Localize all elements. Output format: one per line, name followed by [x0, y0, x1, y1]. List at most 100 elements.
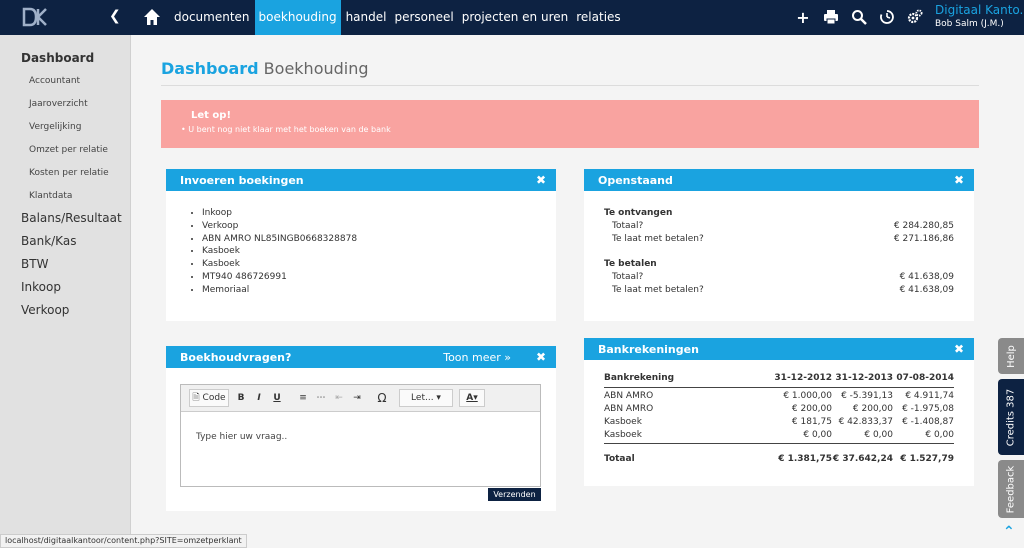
plus-icon[interactable]: +	[795, 8, 811, 27]
bullet-list-icon[interactable]: ⋯	[313, 389, 329, 407]
nav-personeel[interactable]: personeel	[391, 0, 456, 35]
sidebar-item-inkoop[interactable]: Inkoop	[21, 280, 61, 294]
numbered-list-icon[interactable]: ≡	[295, 389, 311, 407]
bank-account-name: ABN AMRO	[604, 404, 654, 414]
text-color-dropdown[interactable]: A▾	[459, 389, 485, 407]
sidebar-sub-accountant[interactable]: Accountant	[29, 76, 80, 86]
panel-title: Bankrekeningen	[598, 343, 699, 356]
bank-value: € 4.911,74	[905, 391, 954, 401]
title-divider	[161, 85, 979, 86]
booking-link-verkoop[interactable]: Verkoop	[202, 220, 357, 233]
credits-tab-label: Credits 387	[1005, 388, 1017, 446]
nav-documenten[interactable]: documenten	[171, 0, 253, 35]
panel-title: Boekhoudvragen?	[180, 351, 292, 364]
sidebar-sub-jaaroverzicht[interactable]: Jaaroverzicht	[29, 99, 88, 109]
bank-header-2014: 07-08-2014	[896, 373, 954, 383]
bold-button[interactable]: B	[233, 389, 249, 407]
bank-account-name: Kasboek	[604, 430, 642, 440]
bank-value: € 0,00	[925, 430, 954, 440]
betalen-laat-value: € 41.638,09	[899, 285, 954, 295]
panel-openstaand: Openstaand ✖ Te ontvangen Totaal? € 284.…	[584, 169, 974, 321]
print-icon[interactable]	[823, 9, 839, 25]
nav-projecten-en-uren[interactable]: projecten en uren	[459, 0, 572, 35]
credits-tab[interactable]: Credits 387	[998, 379, 1024, 455]
bank-account-name: ABN AMRO	[604, 391, 654, 401]
home-icon[interactable]	[143, 8, 161, 26]
close-icon[interactable]: ✖	[954, 342, 964, 356]
question-editor: 🗎 Code B I U ≡ ⋯ ⇤ ⇥ Ω Let... ▾ A▾ Type …	[180, 384, 541, 487]
bank-value: € 200,00	[852, 404, 893, 414]
bank-value: € 181,75	[791, 417, 832, 427]
sidebar-item-verkoop[interactable]: Verkoop	[21, 303, 69, 317]
sidebar-sub-kosten-per-relatie[interactable]: Kosten per relatie	[29, 168, 109, 178]
indent-icon[interactable]: ⇥	[349, 389, 365, 407]
booking-link-abn-amro[interactable]: ABN AMRO NL85INGB0668328878	[202, 233, 357, 246]
betalen-laat-label[interactable]: Te laat met betalen?	[612, 285, 704, 295]
ontvangen-laat-label[interactable]: Te laat met betalen?	[612, 234, 704, 244]
sidebar-item-btw[interactable]: BTW	[21, 257, 48, 271]
sidebar-sub-klantdata[interactable]: Klantdata	[29, 191, 72, 201]
ontvangen-totaal-label[interactable]: Totaal?	[612, 221, 643, 231]
help-tab-label: Help	[1005, 344, 1017, 368]
sidebar-item-bank-kas[interactable]: Bank/Kas	[21, 234, 76, 248]
sidebar-item-dashboard[interactable]: Dashboard	[21, 51, 94, 65]
nav-handel[interactable]: handel	[343, 0, 390, 35]
panel-header: Boekhoudvragen? Toon meer » ✖	[166, 346, 556, 368]
bank-value: € -1.975,08	[902, 404, 954, 414]
panel-header: Invoeren boekingen ✖	[166, 169, 556, 191]
panel-bankrekeningen: Bankrekeningen ✖ Bankrekening 31-12-2012…	[584, 338, 974, 486]
question-input[interactable]: Type hier uw vraag..	[196, 432, 287, 442]
send-button[interactable]: Verzenden	[488, 488, 541, 501]
page-title-module: Boekhouding	[263, 59, 369, 78]
bank-value: € 0,00	[864, 430, 893, 440]
booking-link-mt940[interactable]: MT940 486726991	[202, 271, 357, 284]
italic-button[interactable]: I	[251, 389, 267, 407]
page-title: Dashboard Boekhouding	[161, 59, 369, 78]
outdent-icon[interactable]: ⇤	[331, 389, 347, 407]
underline-button[interactable]: U	[269, 389, 285, 407]
help-tab[interactable]: Help	[998, 338, 1024, 374]
bank-header-2012: 31-12-2012	[774, 373, 832, 383]
nav-relaties[interactable]: relaties	[573, 0, 623, 35]
font-dropdown-label: Let...	[411, 393, 434, 403]
special-char-icon[interactable]: Ω	[373, 389, 391, 407]
app-name: Digitaal Kanto..	[935, 3, 1024, 17]
user-menu[interactable]: Digitaal Kanto.. Bob Salm (J.M.)	[935, 3, 1024, 29]
top-bar: ❮ documenten boekhouding handel personee…	[0, 0, 1024, 35]
panel-boekhoudvragen: Boekhoudvragen? Toon meer » ✖ 🗎 Code B I…	[166, 346, 556, 511]
booking-link-memoriaal[interactable]: Memoriaal	[202, 284, 357, 297]
ontvangen-laat-value: € 271.186,86	[893, 234, 954, 244]
booking-link-kasboek-2[interactable]: Kasboek	[202, 258, 357, 271]
timer-icon[interactable]	[879, 9, 895, 25]
logo-icon[interactable]	[22, 7, 48, 27]
nav-boekhouding[interactable]: boekhouding	[254, 0, 341, 35]
booking-link-kasboek[interactable]: Kasboek	[202, 245, 357, 258]
sidebar-sub-omzet-per-relatie[interactable]: Omzet per relatie	[29, 145, 108, 155]
source-code-label: Code	[202, 393, 226, 403]
feedback-tab[interactable]: Feedback	[998, 460, 1024, 518]
show-more-link[interactable]: Toon meer »	[443, 351, 511, 364]
bank-total-value: € 37.642,24	[832, 454, 893, 464]
sidebar-sub-vergelijking[interactable]: Vergelijking	[29, 122, 81, 132]
alert-message: • U bent nog niet klaar met het boeken v…	[181, 125, 391, 134]
booking-link-inkoop[interactable]: Inkoop	[202, 207, 357, 220]
close-icon[interactable]: ✖	[536, 350, 546, 364]
betalen-totaal-label[interactable]: Totaal?	[612, 272, 643, 282]
close-icon[interactable]: ✖	[954, 173, 964, 187]
collapse-sidebar-icon[interactable]: ❮	[109, 8, 121, 24]
table-divider	[604, 443, 954, 444]
bank-header-account: Bankrekening	[604, 373, 675, 383]
bank-value: € 1.000,00	[783, 391, 832, 401]
panel-title: Openstaand	[598, 174, 673, 187]
font-dropdown[interactable]: Let... ▾	[399, 389, 453, 407]
bank-total-value: € 1.527,79	[900, 454, 954, 464]
settings-gears-icon[interactable]	[907, 9, 923, 25]
panel-header: Bankrekeningen ✖	[584, 338, 974, 360]
source-code-button[interactable]: 🗎 Code	[189, 389, 229, 407]
close-icon[interactable]: ✖	[536, 173, 546, 187]
sidebar-item-balans-resultaat[interactable]: Balans/Resultaat	[21, 211, 122, 225]
user-name: Bob Salm (J.M.)	[935, 19, 1004, 29]
editor-toolbar: 🗎 Code B I U ≡ ⋯ ⇤ ⇥ Ω Let... ▾ A▾	[181, 385, 540, 412]
scroll-to-top-icon[interactable]: ⌃	[1003, 524, 1015, 540]
search-icon[interactable]	[851, 9, 867, 25]
